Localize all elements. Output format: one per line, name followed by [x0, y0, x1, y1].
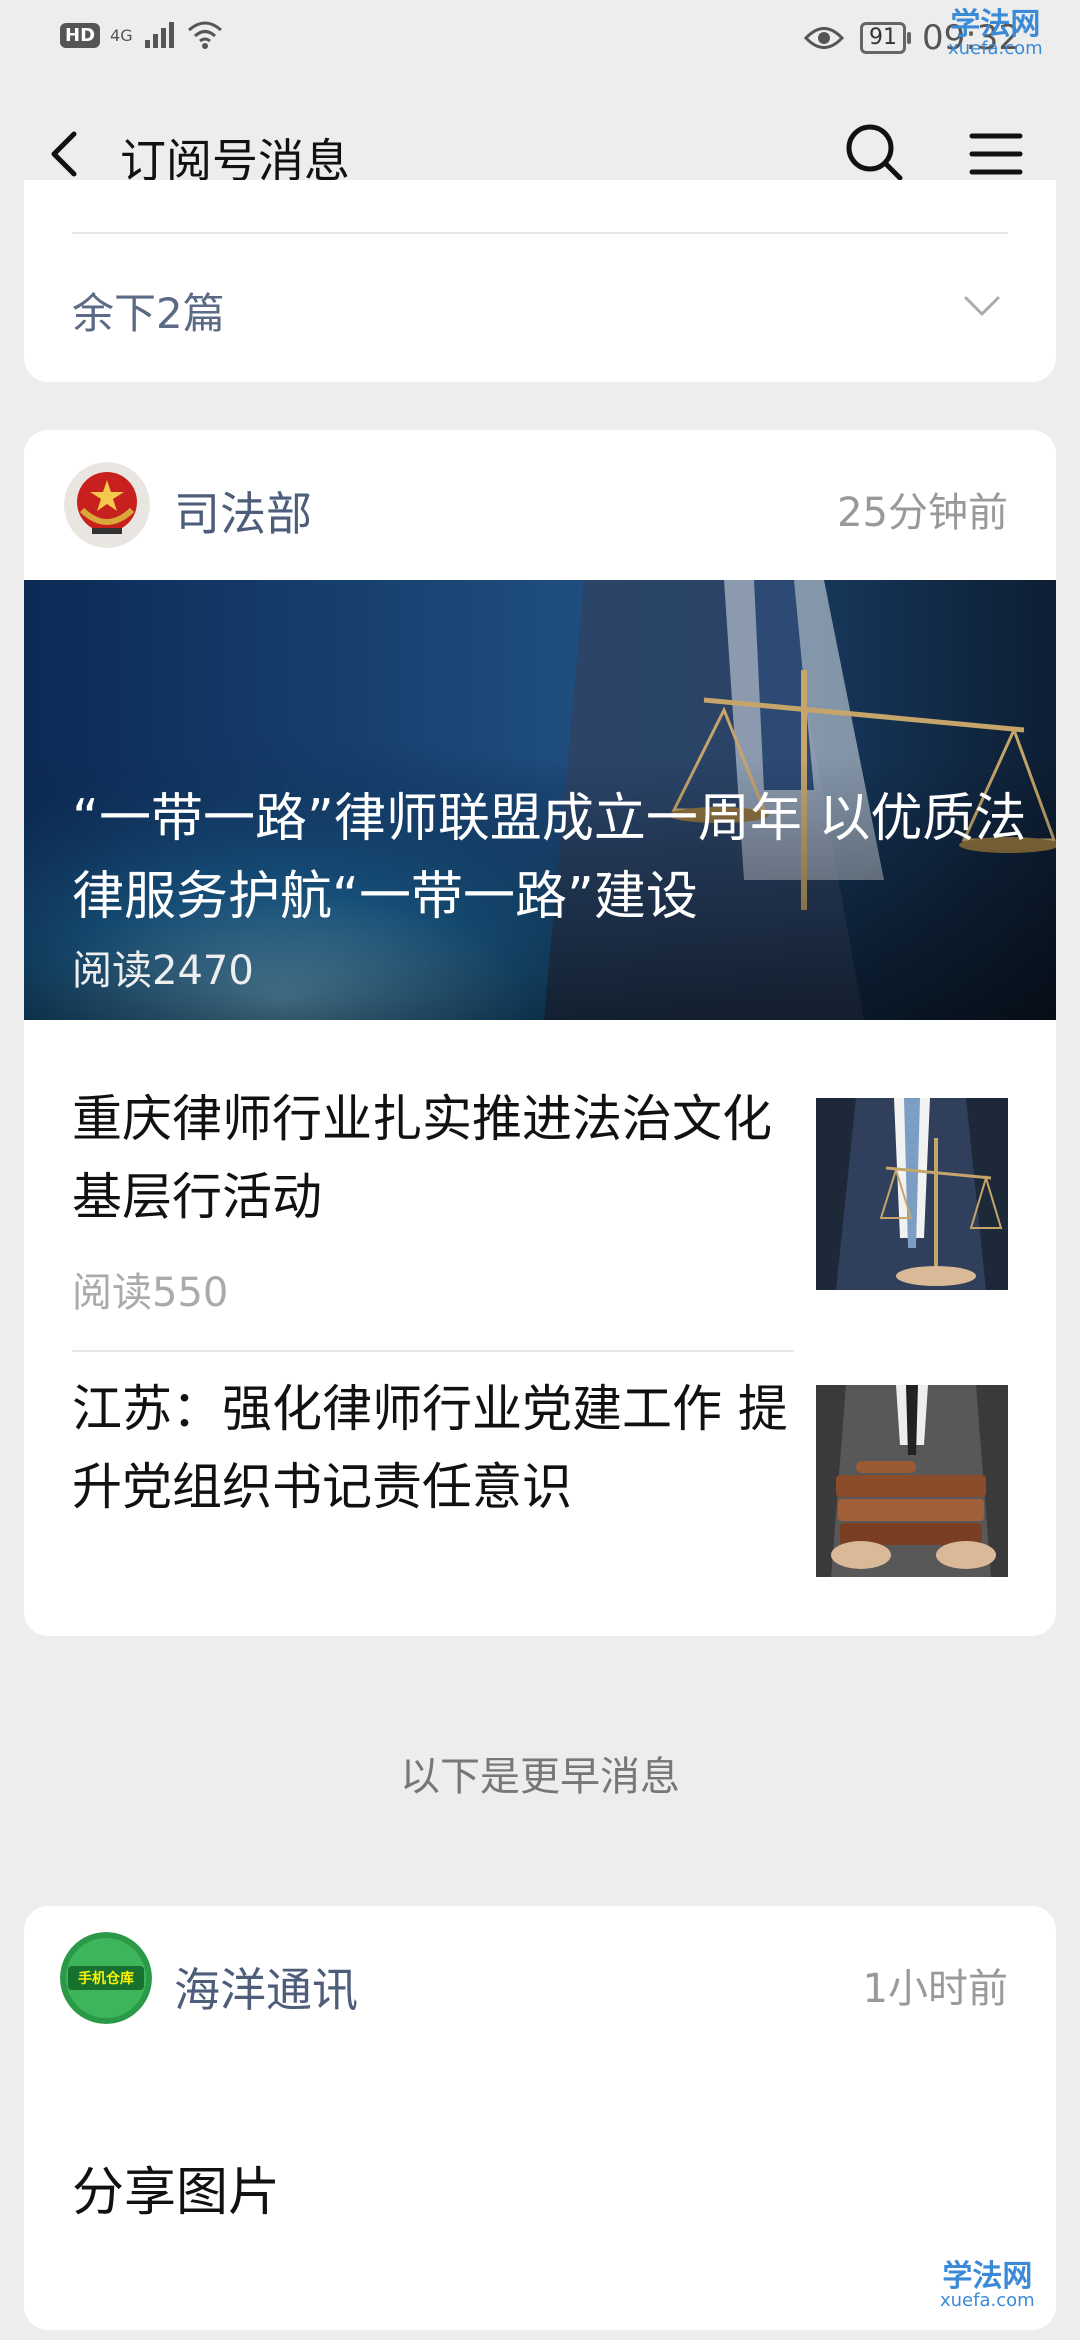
timestamp: 25分钟前: [837, 490, 1008, 536]
article-thumbnail: [816, 1098, 1008, 1290]
avatar-label: 手机仓库: [78, 1971, 134, 1987]
headline-title: “一带一路”律师联盟成立一周年 以优质法律服务护航“一带一路”建设: [72, 789, 1027, 927]
eye-icon: [804, 27, 845, 49]
network-label: 4G: [110, 25, 133, 45]
status-left: HD 4G: [60, 20, 223, 50]
article-thumbnail: [816, 1385, 1008, 1577]
headline-article[interactable]: “一带一路”律师联盟成立一周年 以优质法律服务护航“一带一路”建设 阅读2470: [24, 580, 1056, 1020]
battery-indicator: 91: [860, 22, 912, 54]
expand-remaining-link[interactable]: 余下2篇: [72, 280, 225, 341]
account-name[interactable]: 海洋通讯: [174, 1954, 358, 2020]
collapsed-message-card: 余下2篇: [24, 180, 1056, 382]
article-title: 重庆律师行业扎实推进法治文化基层行活动: [72, 1090, 772, 1226]
menu-icon[interactable]: [968, 126, 1024, 182]
watermark-url: xuefa.com: [940, 2290, 1035, 2311]
signal-icon: [144, 22, 174, 48]
avatar[interactable]: [64, 462, 150, 548]
timestamp: 1小时前: [862, 1966, 1008, 2012]
watermark-url: xuefa.com: [948, 38, 1043, 59]
article-read-count: 阅读550: [72, 1270, 229, 1316]
headline-read-count: 阅读2470: [72, 948, 254, 994]
divider: [72, 1350, 794, 1352]
national-emblem-icon: [64, 462, 150, 548]
wifi-icon: [187, 21, 222, 49]
avatar[interactable]: 手机仓库: [60, 1932, 152, 2024]
divider: [72, 232, 1008, 234]
article-title: 江苏：强化律师行业党建工作 提升党组织书记责任意识: [72, 1380, 788, 1516]
earlier-messages-label: 以下是更早消息: [400, 1754, 680, 1800]
watermark-title: 学法网: [942, 2259, 1033, 2294]
watermark-title: 学法网: [950, 7, 1041, 42]
watermark-top: 学法网 xuefa.com: [948, 10, 1043, 58]
back-arrow-icon[interactable]: [38, 124, 98, 184]
search-icon[interactable]: [842, 120, 906, 184]
message-text[interactable]: 分享图片: [72, 2150, 280, 2225]
message-card-haiyang-tongxun: 手机仓库 海洋通讯 1小时前 分享图片: [24, 1906, 1056, 2330]
watermark-bottom: 学法网 xuefa.com: [940, 2262, 1035, 2310]
status-bar: HD 4G 91 09:32 学法网 xuefa.com: [0, 0, 1080, 80]
chevron-down-icon[interactable]: [962, 292, 1002, 320]
hd-badge: HD: [60, 22, 101, 48]
message-card-ministry-of-justice: 司法部 25分钟前 “一带一路”律师联盟成立一周年 以优质法律服务护航“一带一路…: [24, 430, 1056, 1636]
account-name[interactable]: 司法部: [174, 478, 312, 544]
